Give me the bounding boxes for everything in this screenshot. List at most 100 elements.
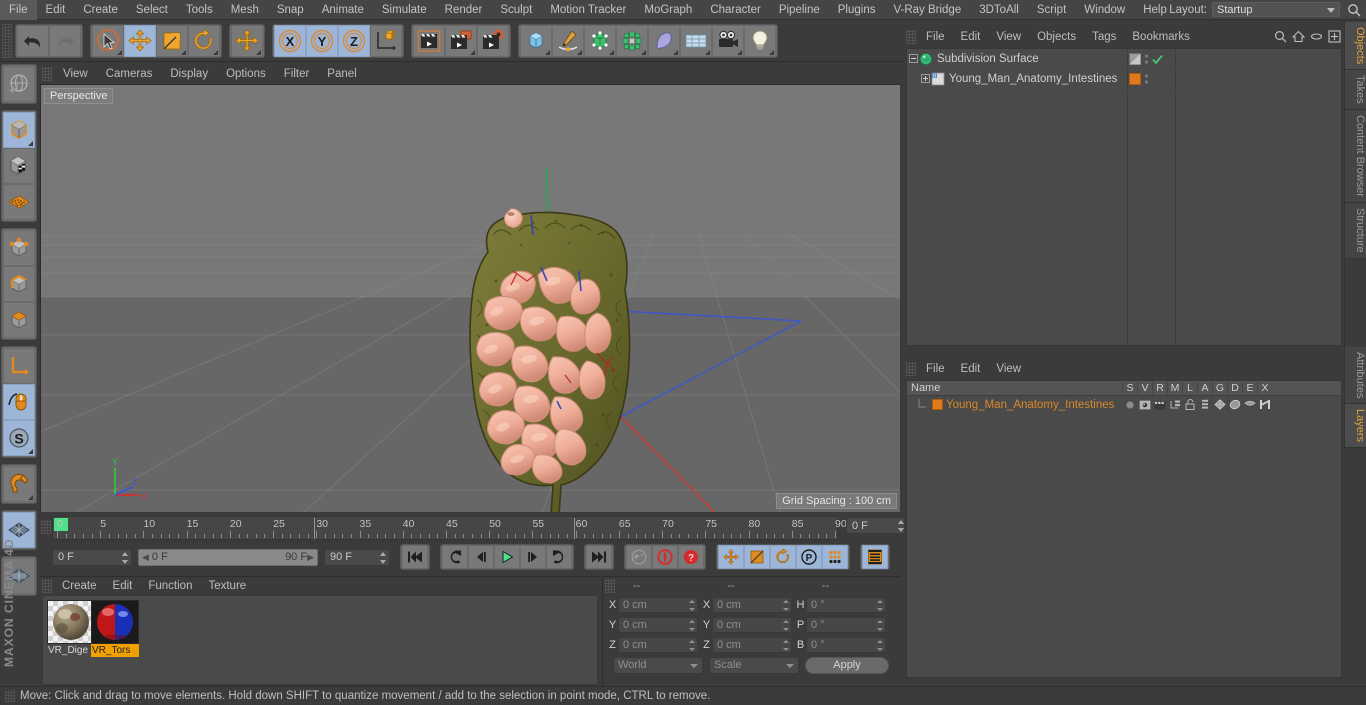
menu-snap[interactable]: Snap — [268, 0, 313, 20]
viewport-menu-options[interactable]: Options — [217, 64, 275, 84]
model-mode-button[interactable] — [3, 112, 35, 148]
position-y-field[interactable]: 0 cm — [618, 617, 698, 633]
spinner-icon[interactable] — [121, 551, 128, 564]
column-x[interactable]: X — [1257, 382, 1272, 394]
spinner-icon[interactable] — [897, 520, 904, 532]
step-forward-button[interactable] — [520, 545, 546, 569]
apply-button[interactable]: Apply — [805, 656, 889, 674]
workplane-button[interactable] — [3, 184, 35, 220]
menu-animate[interactable]: Animate — [313, 0, 373, 20]
status-grip[interactable] — [5, 690, 15, 702]
object-tree-row[interactable]: 0 Young_Man_Anatomy_Intestines — [907, 69, 1341, 89]
parameter-key-button[interactable]: P — [796, 545, 822, 569]
current-frame-field[interactable]: 0 F — [52, 548, 132, 566]
z-axis-button[interactable]: Z — [338, 24, 370, 57]
material-grip[interactable] — [42, 579, 52, 593]
add-light-button[interactable] — [744, 24, 776, 57]
tab-layers[interactable]: Layers — [1344, 404, 1366, 449]
material-list[interactable]: VR_Dige VR_Tors — [42, 595, 598, 685]
object-menu-bookmarks[interactable]: Bookmarks — [1124, 28, 1198, 46]
expander-toggle[interactable] — [907, 54, 919, 63]
keyframe-selection-button[interactable]: ? — [678, 545, 704, 569]
material-preview-thumbnail[interactable] — [91, 600, 139, 644]
menu-script[interactable]: Script — [1028, 0, 1075, 20]
menu-motion-tracker[interactable]: Motion Tracker — [541, 0, 635, 20]
viewport-menu-display[interactable]: Display — [161, 64, 217, 84]
play-button[interactable] — [494, 545, 520, 569]
size-x-field[interactable]: 0 cm — [712, 597, 792, 613]
viewport-solo-button[interactable] — [3, 384, 35, 420]
rotation-key-button[interactable] — [770, 545, 796, 569]
object-manager-grip[interactable] — [906, 30, 916, 44]
render-picture-viewer-button[interactable] — [445, 24, 477, 57]
rotate-tool-button[interactable] — [188, 24, 220, 57]
material-menu-texture[interactable]: Texture — [200, 577, 254, 595]
layer-cell-view[interactable] — [1137, 399, 1152, 410]
step-back-button[interactable] — [468, 545, 494, 569]
object-tree-row[interactable]: Subdivision Surface — [907, 49, 1341, 69]
menu-create[interactable]: Create — [74, 0, 127, 20]
spinner-icon[interactable] — [877, 640, 883, 651]
size-y-field[interactable]: 0 cm — [712, 617, 792, 633]
column-e[interactable]: E — [1242, 382, 1257, 394]
range-left-arrow-icon[interactable]: ◀ — [142, 552, 149, 563]
spinner-icon[interactable] — [877, 600, 883, 611]
menu-simulate[interactable]: Simulate — [373, 0, 436, 20]
polygons-mode-button[interactable] — [3, 302, 35, 338]
undo-view-button[interactable] — [3, 66, 35, 102]
render-view-button[interactable] — [413, 24, 445, 57]
snap-button[interactable]: S — [3, 420, 35, 456]
layer-cell-lock[interactable] — [1182, 399, 1197, 410]
material-item[interactable]: VR_Tors — [91, 600, 139, 657]
object-menu-tags[interactable]: Tags — [1084, 28, 1124, 46]
viewport-3d-canvas[interactable]: Perspective Grid Spacing : 100 cm Y X Z — [40, 84, 900, 512]
go-to-end-button[interactable] — [586, 545, 612, 569]
axis-modification-button[interactable] — [3, 348, 35, 384]
toolbar-grip[interactable] — [2, 23, 12, 58]
viewport-grip[interactable] — [42, 67, 52, 81]
layer-cell-deformer[interactable] — [1227, 399, 1242, 410]
animation-mode-button[interactable] — [862, 545, 888, 569]
viewport-perspective-label[interactable]: Perspective — [44, 88, 114, 104]
search-icon[interactable] — [1274, 30, 1287, 43]
points-mode-button[interactable] — [3, 230, 35, 266]
menu-file[interactable]: File — [0, 0, 37, 20]
material-name-label[interactable]: VR_Tors — [91, 644, 139, 657]
object-menu-view[interactable]: View — [988, 28, 1029, 46]
timeline-grip[interactable] — [41, 520, 51, 534]
display-tag-icon[interactable] — [1129, 53, 1141, 65]
spinner-icon[interactable] — [783, 640, 789, 651]
layer-menu-edit[interactable]: Edit — [953, 360, 989, 378]
menu-select[interactable]: Select — [127, 0, 177, 20]
layer-manager-grip[interactable] — [906, 362, 916, 376]
visibility-dots-icon[interactable] — [1144, 72, 1149, 86]
material-menu-edit[interactable]: Edit — [105, 577, 141, 595]
expander-toggle[interactable] — [919, 74, 931, 83]
spinner-icon[interactable] — [689, 600, 695, 611]
layer-cell-render[interactable] — [1152, 400, 1167, 410]
menu-pipeline[interactable]: Pipeline — [770, 0, 829, 20]
intestines-3d-model[interactable] — [41, 85, 900, 512]
redo-button[interactable] — [49, 24, 81, 57]
spinner-icon[interactable] — [689, 620, 695, 631]
coordinate-grip[interactable] — [605, 579, 615, 593]
coordinate-system-dropdown[interactable]: World — [613, 656, 703, 674]
layer-menu-file[interactable]: File — [918, 360, 953, 378]
menu-vray-bridge[interactable]: V-Ray Bridge — [884, 0, 970, 20]
material-item[interactable]: VR_Dige — [47, 600, 95, 657]
add-camera-button[interactable] — [712, 24, 744, 57]
object-menu-edit[interactable]: Edit — [953, 28, 989, 46]
record-active-objects-button[interactable] — [652, 545, 678, 569]
move-tool-button[interactable] — [124, 24, 156, 57]
layer-name-cell[interactable]: Young_Man_Anatomy_Intestines — [907, 398, 1122, 411]
tab-structure[interactable]: Structure — [1344, 202, 1366, 259]
preview-range-bar[interactable]: ◀ 0 F 90 F ▶ — [138, 548, 318, 566]
column-a[interactable]: A — [1197, 382, 1212, 394]
add-modeling-button[interactable] — [616, 24, 648, 57]
tab-attributes[interactable]: Attributes — [1344, 346, 1366, 405]
range-right-arrow-icon[interactable]: ▶ — [307, 552, 314, 563]
viewport-menu-panel[interactable]: Panel — [318, 64, 365, 84]
material-tag-icon[interactable] — [1129, 73, 1141, 85]
position-x-field[interactable]: 0 cm — [618, 597, 698, 613]
column-m[interactable]: M — [1167, 382, 1182, 394]
